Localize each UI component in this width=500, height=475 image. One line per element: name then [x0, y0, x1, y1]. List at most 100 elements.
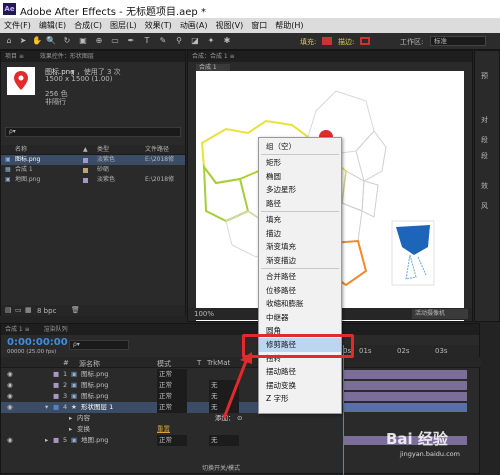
- label-color-swatch[interactable]: [83, 168, 88, 173]
- label-color-swatch[interactable]: ■: [53, 380, 59, 391]
- camera-tool-icon[interactable]: ▣: [78, 36, 88, 46]
- label-color-swatch[interactable]: ■: [53, 391, 59, 402]
- blend-mode-select[interactable]: 正常: [157, 369, 187, 380]
- menu-item-merge-paths[interactable]: 合并路径: [259, 270, 341, 284]
- effects-panel-tab[interactable]: 效: [481, 181, 488, 191]
- menu-effect[interactable]: 效果(T): [141, 18, 176, 31]
- visibility-eye-icon[interactable]: ◉: [7, 435, 13, 446]
- layer-row[interactable]: ◉ ▸ ■ 5 ▣ 地图.png 正常 无: [1, 435, 341, 446]
- home-icon[interactable]: ⌂: [4, 36, 14, 46]
- label-color-swatch[interactable]: [83, 178, 88, 183]
- project-item[interactable]: ▣ 地图.png 淡紫色 E:\2018修: [1, 175, 185, 185]
- align-panel-tab[interactable]: 对: [481, 115, 488, 125]
- project-search-input[interactable]: ρ▾: [5, 127, 181, 137]
- menu-item-wiggle-paths[interactable]: 摆动路径: [259, 365, 341, 379]
- label-color-swatch[interactable]: ■: [53, 402, 59, 413]
- tab-comp-timeline[interactable]: 合成 1 ≡: [5, 326, 30, 333]
- visibility-eye-icon[interactable]: ◉: [7, 369, 13, 380]
- menu-view[interactable]: 视图(V): [212, 18, 248, 31]
- menu-window[interactable]: 窗口: [247, 18, 271, 31]
- rectangle-tool-icon[interactable]: ▭: [110, 36, 120, 46]
- tab-effect-controls[interactable]: 效果控件：形状图层: [40, 53, 94, 60]
- menu-edit[interactable]: 编辑(E): [35, 18, 70, 31]
- visibility-eye-icon[interactable]: ◉: [7, 391, 13, 402]
- clone-stamp-tool-icon[interactable]: ⚲: [174, 36, 184, 46]
- menu-help[interactable]: 帮助(H): [271, 18, 307, 31]
- label-color-swatch[interactable]: [83, 158, 88, 163]
- col-source-name[interactable]: 源名称: [79, 359, 100, 369]
- menu-item-wiggle-transform[interactable]: 摆动变换: [259, 379, 341, 393]
- preview-panel-tab[interactable]: 预: [481, 71, 488, 81]
- layer-bar[interactable]: [343, 392, 467, 401]
- time-ruler[interactable]: 0s 01s 02s 03s: [341, 345, 479, 357]
- blend-mode-select[interactable]: 正常: [157, 435, 187, 446]
- layer-property-contents[interactable]: ▸ 内容 添加： ⊙: [1, 413, 341, 424]
- eraser-tool-icon[interactable]: ◪: [190, 36, 200, 46]
- layer-bar[interactable]: [343, 403, 467, 412]
- layer-bar[interactable]: [343, 381, 467, 390]
- new-folder-icon[interactable]: ▭: [15, 306, 22, 314]
- menu-item-gradient-fill[interactable]: 渐变填充: [259, 240, 341, 254]
- menu-item-empty-group[interactable]: 组（空）: [259, 140, 341, 154]
- menu-item-repeater[interactable]: 中继器: [259, 311, 341, 325]
- interpret-footage-icon[interactable]: ▤: [5, 306, 12, 314]
- rotate-tool-icon[interactable]: ↻: [62, 36, 72, 46]
- layer-property-transform[interactable]: ▸ 变换 重置: [1, 424, 341, 435]
- reset-link[interactable]: 重置: [157, 424, 170, 435]
- col-type[interactable]: 类型: [97, 145, 109, 155]
- layer-bar[interactable]: [343, 370, 467, 379]
- track-matte-select[interactable]: 无: [209, 435, 239, 446]
- fill-color-swatch[interactable]: [322, 37, 332, 45]
- toggle-switches-modes[interactable]: 切换开关/模式: [181, 463, 261, 474]
- menu-file[interactable]: 文件(F): [0, 18, 35, 31]
- menu-item-offset-paths[interactable]: 位移路径: [259, 284, 341, 298]
- col-mode[interactable]: 模式: [157, 359, 171, 369]
- menu-item-path[interactable]: 路径: [259, 197, 341, 211]
- hand-tool-icon[interactable]: ✋: [32, 36, 42, 46]
- visibility-eye-icon[interactable]: ◉: [7, 380, 13, 391]
- label-color-swatch[interactable]: ■: [53, 435, 59, 446]
- tab-project[interactable]: 项目 ≡: [5, 53, 24, 60]
- selection-tool-icon[interactable]: ➤: [18, 36, 28, 46]
- menu-item-pucker-bloat[interactable]: 收缩和膨胀: [259, 297, 341, 311]
- stroke-color-swatch[interactable]: [360, 37, 370, 45]
- roto-brush-tool-icon[interactable]: ✦: [206, 36, 216, 46]
- paragraph-panel-tab[interactable]: 段: [481, 135, 488, 145]
- tab-composition[interactable]: 合成：合成 1 ≡: [192, 53, 235, 60]
- blend-mode-select[interactable]: 正常: [157, 391, 187, 402]
- menu-item-ellipse[interactable]: 椭圆: [259, 170, 341, 184]
- menu-item-zig-zag[interactable]: Z 字形: [259, 392, 341, 406]
- col-label[interactable]: ▲: [83, 145, 88, 155]
- expand-triangle-icon[interactable]: ▸: [69, 413, 72, 424]
- tab-render-queue[interactable]: 渲染队列: [44, 326, 68, 333]
- project-item[interactable]: ▣ 图标.png 淡紫色 E:\2018修: [1, 155, 185, 165]
- viewer-zoom-level[interactable]: 100%: [194, 310, 214, 318]
- menu-item-polystar[interactable]: 多边星形: [259, 183, 341, 197]
- menu-animation[interactable]: 动画(A): [176, 18, 212, 31]
- expand-triangle-icon[interactable]: ▸: [69, 424, 72, 435]
- current-timecode[interactable]: 0:00:00:00: [7, 337, 68, 348]
- project-item[interactable]: ▦ 合成 1 砂砺: [1, 165, 185, 175]
- visibility-eye-icon[interactable]: ◉: [7, 402, 13, 413]
- menu-layer[interactable]: 图层(L): [106, 18, 141, 31]
- label-color-swatch[interactable]: ■: [53, 369, 59, 380]
- menu-item-gradient-stroke[interactable]: 渐变描边: [259, 254, 341, 268]
- expand-triangle-icon[interactable]: ▾: [45, 402, 48, 413]
- col-name[interactable]: 名称: [15, 145, 27, 155]
- trash-icon[interactable]: 🗑: [71, 306, 80, 314]
- blend-mode-select[interactable]: 正常: [157, 402, 187, 413]
- zoom-tool-icon[interactable]: 🔍: [46, 36, 56, 46]
- menu-item-rectangle[interactable]: 矩形: [259, 156, 341, 170]
- menu-item-stroke[interactable]: 描边: [259, 227, 341, 241]
- pan-behind-tool-icon[interactable]: ⊕: [94, 36, 104, 46]
- type-tool-icon[interactable]: T: [142, 36, 152, 46]
- brush-tool-icon[interactable]: ✎: [158, 36, 168, 46]
- menu-item-fill[interactable]: 填充: [259, 213, 341, 227]
- style-panel-tab[interactable]: 风: [481, 201, 488, 211]
- puppet-tool-icon[interactable]: ✱: [222, 36, 232, 46]
- bit-depth-button[interactable]: 8 bpc: [37, 307, 56, 315]
- pen-tool-icon[interactable]: ✒: [126, 36, 136, 46]
- active-camera-select[interactable]: 活动摄像机: [412, 309, 468, 319]
- workspace-select[interactable]: 标准: [430, 36, 486, 46]
- blend-mode-select[interactable]: 正常: [157, 380, 187, 391]
